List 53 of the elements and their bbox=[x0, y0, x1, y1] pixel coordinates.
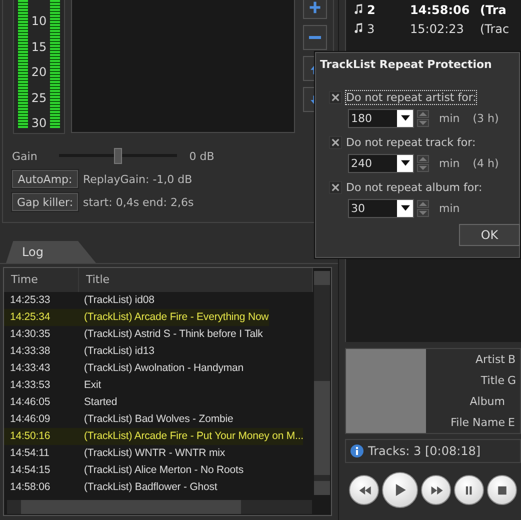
hours-note: (4 h) bbox=[472, 156, 499, 170]
title-cell-text: (TrackList) Bad Wolves - Zombie bbox=[83, 412, 234, 427]
track-title: (Trac bbox=[480, 22, 510, 36]
title-cell: (TrackList) Arcade Fire - Put Your Money on M... bbox=[78, 428, 304, 445]
title-cell-text: (TrackList) id08 bbox=[83, 293, 154, 308]
title-cell-text: (TrackList) id13 bbox=[83, 344, 154, 359]
title-cell-text: (TrackList) Badflower - Ghost bbox=[83, 480, 218, 495]
field-label: File Name bbox=[450, 416, 505, 429]
track-number: 2 bbox=[367, 2, 376, 16]
scale-label: 30 bbox=[31, 116, 47, 130]
scale-label: 15 bbox=[31, 40, 47, 54]
gap-killer-text: start: 0,4s end: 2,6s bbox=[83, 196, 194, 208]
field-value: B bbox=[508, 353, 516, 366]
field-value: G bbox=[507, 374, 516, 387]
field-label: Album bbox=[470, 395, 505, 408]
track-title: (Tra bbox=[480, 2, 506, 16]
title-cell-text: (TrackList) Astrid S - Think before I Talk bbox=[83, 327, 263, 342]
unit-label: min bbox=[439, 112, 460, 124]
time-cell-text: 14:30:35 bbox=[9, 327, 52, 342]
time-cell-text: 14:33:38 bbox=[9, 344, 52, 359]
time-cell-text: 14:46:05 bbox=[9, 395, 52, 410]
time-cell-text: 14:33:43 bbox=[9, 361, 52, 376]
time-cell-text: 14:25:33 bbox=[9, 293, 52, 308]
hours-note: (3 h) bbox=[472, 112, 499, 124]
field-label: Title bbox=[480, 374, 504, 387]
track-time: 14:58:06 bbox=[410, 2, 471, 16]
field-value: E bbox=[508, 416, 516, 429]
time-cell-text: 14:46:09 bbox=[9, 412, 52, 427]
scale-label: 20 bbox=[31, 65, 47, 79]
dialog-title: TrackList Repeat Protection bbox=[319, 57, 493, 73]
unit-label: min bbox=[439, 202, 460, 214]
time-cell-text: 14:54:15 bbox=[9, 463, 52, 478]
time-cell: 14:50:16 bbox=[4, 428, 78, 445]
title-cell-text: Started bbox=[83, 395, 118, 410]
time-cell-text: 14:33:53 bbox=[9, 378, 52, 393]
track-number: 3 bbox=[367, 22, 375, 36]
time-cell-text: 14:54:11 bbox=[9, 446, 50, 461]
track-time: 15:02:23 bbox=[410, 22, 465, 36]
scale-label: 25 bbox=[31, 90, 47, 104]
unit-label: min bbox=[439, 156, 460, 170]
tracks-count: Tracks: 3 [0:08:18] bbox=[368, 444, 481, 458]
title-cell-text: Exit bbox=[83, 378, 102, 393]
title-cell: (TrackList) Arcade Fire - Everything Now bbox=[78, 309, 269, 326]
time-cell: 14:25:34 bbox=[4, 309, 78, 326]
time-cell-text: 14:58:06 bbox=[9, 480, 52, 495]
gain-label: Gain bbox=[12, 150, 38, 162]
title-cell-text: (TrackList) Awolnation - Handyman bbox=[83, 361, 244, 376]
gain-reading: 0 dB bbox=[189, 150, 214, 162]
title-cell-text: (TrackList) Alice Merton - No Roots bbox=[83, 463, 244, 478]
scale-label: 10 bbox=[31, 14, 47, 28]
field-label: Artist bbox=[476, 353, 505, 366]
title-cell-text: (TrackList) WNTR - WNTR mix bbox=[83, 446, 225, 461]
replaygain-text: ReplayGain: -1,0 dB bbox=[83, 172, 192, 186]
